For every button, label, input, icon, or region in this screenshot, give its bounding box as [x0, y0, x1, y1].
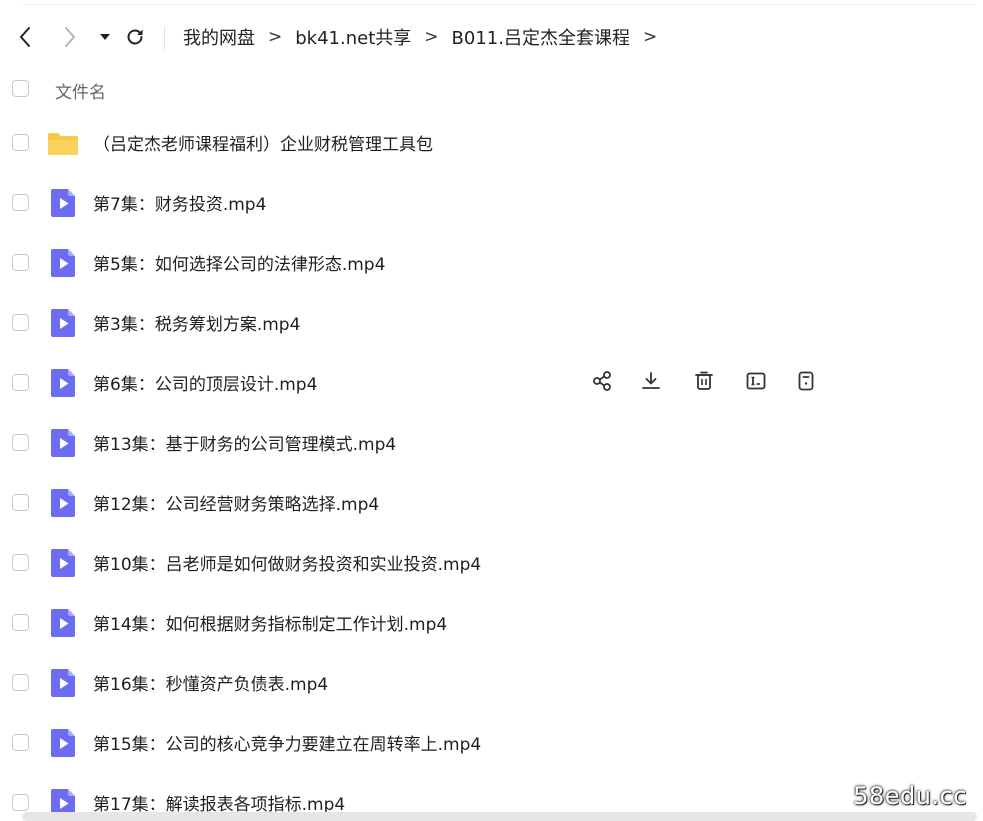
delete-icon — [695, 371, 713, 390]
file-row[interactable]: 第5集：如何选择公司的法律形态.mp4 — [0, 233, 983, 293]
file-row[interactable]: 第12集：公司经营财务策略选择.mp4 — [0, 473, 983, 533]
folder-icon — [48, 133, 78, 155]
file-name[interactable]: 第13集：基于财务的公司管理模式.mp4 — [93, 430, 396, 455]
file-row[interactable]: 第10集：吕老师是如何做财务投资和实业投资.mp4 — [0, 533, 983, 593]
rename-button[interactable] — [742, 367, 770, 395]
video-file-icon — [51, 189, 75, 217]
share-icon — [593, 371, 611, 391]
share-button[interactable] — [588, 367, 616, 395]
rename-icon — [746, 372, 766, 390]
row-checkbox[interactable] — [12, 494, 29, 511]
toolbar-divider — [164, 26, 165, 50]
download-icon — [642, 372, 660, 389]
file-name[interactable]: 第3集：税务筹划方案.mp4 — [93, 310, 300, 335]
list-header: 文件名 — [0, 66, 983, 112]
file-row[interactable]: 第15集：公司的核心竞争力要建立在周转率上.mp4 — [0, 713, 983, 773]
file-name[interactable]: 第16集：秒懂资产负债表.mp4 — [93, 670, 328, 695]
caret-down-icon — [100, 34, 110, 40]
file-name[interactable]: 第6集：公司的顶层设计.mp4 — [93, 370, 317, 395]
video-file-icon — [51, 369, 75, 397]
history-dropdown-button[interactable] — [90, 14, 120, 60]
video-file-icon — [51, 669, 75, 697]
video-file-icon — [51, 429, 75, 457]
row-checkbox[interactable] — [12, 254, 29, 271]
file-name[interactable]: 第5集：如何选择公司的法律形态.mp4 — [93, 250, 385, 275]
file-name[interactable]: 第12集：公司经营财务策略选择.mp4 — [93, 490, 379, 515]
top-divider — [22, 4, 975, 5]
watermark: 58edu.cc — [853, 782, 967, 810]
forward-button[interactable] — [55, 14, 85, 60]
row-checkbox[interactable] — [12, 434, 29, 451]
video-file-icon — [51, 609, 75, 637]
row-checkbox[interactable] — [12, 734, 29, 751]
file-row[interactable]: 第13集：基于财务的公司管理模式.mp4 — [0, 413, 983, 473]
row-checkbox[interactable] — [12, 374, 29, 391]
file-row[interactable]: 第3集：税务筹划方案.mp4 — [0, 293, 983, 353]
row-checkbox[interactable] — [12, 674, 29, 691]
file-name[interactable]: 第7集：财务投资.mp4 — [93, 190, 266, 215]
breadcrumb-separator: > — [268, 27, 283, 47]
file-name[interactable]: 第15集：公司的核心竞争力要建立在周转率上.mp4 — [93, 730, 481, 755]
video-file-icon — [51, 249, 75, 277]
breadcrumb-separator: > — [642, 27, 658, 47]
file-name[interactable]: 第10集：吕老师是如何做财务投资和实业投资.mp4 — [93, 550, 481, 575]
row-checkbox[interactable] — [12, 794, 29, 811]
select-all-checkbox[interactable] — [12, 80, 29, 97]
chevron-right-icon — [65, 27, 75, 47]
file-browser: 我的网盘 > bk41.net共享 > B011.吕定杰全套课程 > 文件名 （… — [0, 0, 983, 821]
video-file-icon — [51, 489, 75, 517]
video-file-icon — [51, 549, 75, 577]
row-checkbox[interactable] — [12, 194, 29, 211]
row-checkbox[interactable] — [12, 554, 29, 571]
video-file-icon — [51, 309, 75, 337]
chevron-left-icon — [20, 27, 30, 47]
toolbar: 我的网盘 > bk41.net共享 > B011.吕定杰全套课程 > — [0, 14, 983, 60]
video-file-icon — [51, 729, 75, 757]
file-row[interactable]: 第7集：财务投资.mp4 — [0, 173, 983, 233]
row-checkbox[interactable] — [12, 614, 29, 631]
row-checkbox[interactable] — [12, 134, 29, 151]
file-name[interactable]: （吕定杰老师课程福利）企业财税管理工具包 — [93, 130, 433, 155]
row-checkbox[interactable] — [12, 314, 29, 331]
column-header-filename[interactable]: 文件名 — [55, 78, 106, 103]
refresh-button[interactable] — [120, 14, 150, 60]
breadcrumb-item-shared[interactable]: bk41.net共享 — [295, 24, 411, 50]
refresh-icon — [127, 29, 143, 45]
file-row[interactable]: 第14集：如何根据财务指标制定工作计划.mp4 — [0, 593, 983, 653]
breadcrumb-item-course[interactable]: B011.吕定杰全套课程 — [452, 24, 630, 50]
file-name[interactable]: 第14集：如何根据财务指标制定工作计划.mp4 — [93, 610, 447, 635]
breadcrumb: 我的网盘 > bk41.net共享 > B011.吕定杰全套课程 > — [183, 14, 670, 60]
breadcrumb-item-my-drive[interactable]: 我的网盘 — [183, 24, 255, 50]
folder-row[interactable]: （吕定杰老师课程福利）企业财税管理工具包 — [0, 113, 983, 173]
horizontal-scrollbar[interactable] — [22, 812, 977, 821]
file-row[interactable]: 第6集：公司的顶层设计.mp4 — [0, 353, 983, 413]
download-button[interactable] — [637, 367, 665, 395]
file-row[interactable]: 第16集：秒懂资产负债表.mp4 — [0, 653, 983, 713]
breadcrumb-separator: > — [424, 27, 439, 47]
more-icon — [798, 371, 814, 391]
back-button[interactable] — [10, 14, 40, 60]
delete-button[interactable] — [690, 367, 718, 395]
more-button[interactable] — [792, 367, 820, 395]
